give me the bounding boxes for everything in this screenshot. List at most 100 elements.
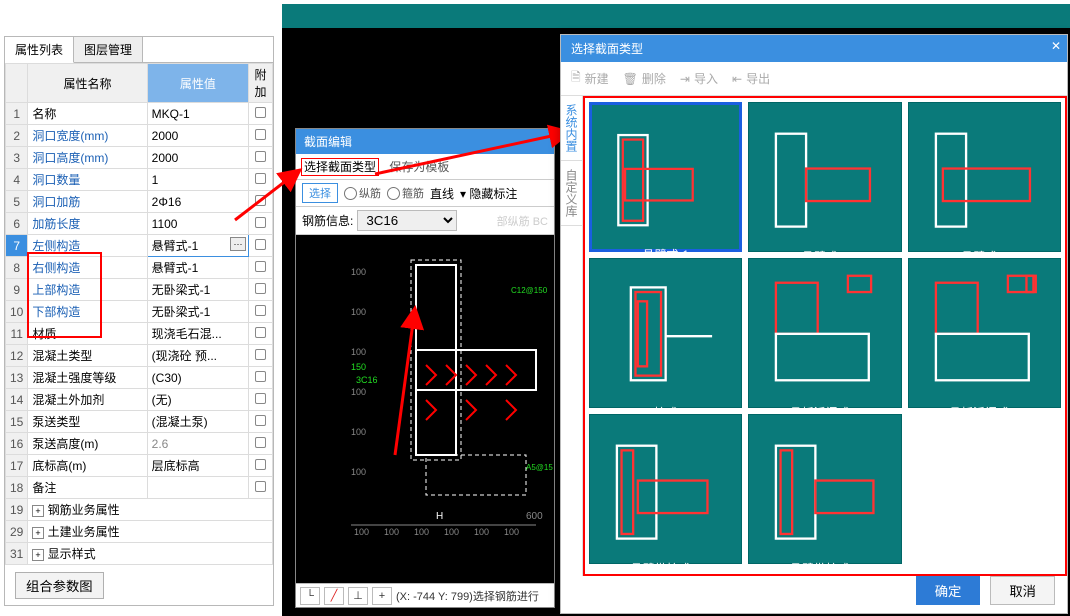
section-type-card[interactable]: 悬臂式-1 (589, 102, 742, 252)
section-drawing[interactable]: 100100100 100100100 H 600 10010010010010… (296, 235, 554, 565)
side-tab-custom[interactable]: 自定义库 (561, 161, 582, 226)
snap-endpoint-icon[interactable]: └ (300, 587, 320, 605)
snap-perp-icon[interactable]: ⊥ (348, 587, 368, 605)
value-editor-button[interactable]: ··· (230, 237, 246, 251)
attr-value[interactable]: 2Φ16 (147, 191, 248, 213)
attr-extra-checkbox[interactable] (249, 389, 273, 411)
attr-value[interactable]: 层底标高 (147, 455, 248, 477)
section-type-card[interactable]: 柱式 (589, 258, 742, 408)
attr-extra-checkbox[interactable] (249, 125, 273, 147)
section-type-card[interactable]: 悬板活门式-2 (908, 258, 1061, 408)
tool-export[interactable]: ⇤ 导出 (732, 68, 770, 89)
tab-properties[interactable]: 属性列表 (5, 37, 74, 63)
tool-longbar[interactable]: 纵筋 (344, 185, 381, 201)
table-row[interactable]: 7左侧构造悬臂式-1··· (6, 235, 273, 257)
table-row[interactable]: 6加筋长度1100 (6, 213, 273, 235)
attr-extra-checkbox[interactable] (249, 235, 273, 257)
attr-extra-checkbox[interactable] (249, 433, 273, 455)
svg-text:100: 100 (474, 527, 489, 537)
attr-value[interactable]: 无卧梁式-1 (147, 301, 248, 323)
select-section-type-link[interactable]: 选择截面类型 (302, 159, 378, 175)
attr-extra-checkbox[interactable] (249, 191, 273, 213)
table-row[interactable]: 9上部构造无卧梁式-1 (6, 279, 273, 301)
attr-extra-checkbox[interactable] (249, 367, 273, 389)
svg-text:100: 100 (354, 527, 369, 537)
table-row[interactable]: 17底标高(m)层底标高 (6, 455, 273, 477)
section-type-card[interactable]: 悬臂式-3 (908, 102, 1061, 252)
section-type-card[interactable]: 悬臂带柱式-2 (748, 414, 901, 564)
attr-value[interactable]: 1100 (147, 213, 248, 235)
tool-new[interactable]: 🗎 新建 (571, 68, 609, 89)
tool-import[interactable]: ⇥ 导入 (680, 68, 718, 89)
tab-layers[interactable]: 图层管理 (74, 37, 143, 62)
attr-extra-checkbox[interactable] (249, 257, 273, 279)
tool-delete[interactable]: 🗑 删除 (623, 68, 666, 89)
table-row[interactable]: 11材质现浇毛石混... (6, 323, 273, 345)
table-row[interactable]: 1名称MKQ-1 (6, 103, 273, 125)
table-group-row[interactable]: 29+土建业务属性 (6, 521, 273, 543)
section-type-card[interactable]: 悬臂式-2 (748, 102, 901, 252)
attr-value[interactable]: 无卧梁式-1 (147, 279, 248, 301)
table-row[interactable]: 14混凝土外加剂(无) (6, 389, 273, 411)
table-row[interactable]: 2洞口宽度(mm)2000 (6, 125, 273, 147)
attr-extra-checkbox[interactable] (249, 323, 273, 345)
table-row[interactable]: 18备注 (6, 477, 273, 499)
attr-extra-checkbox[interactable] (249, 477, 273, 499)
attr-name: 混凝土类型 (28, 345, 147, 367)
snap-line-icon[interactable]: ╱ (324, 587, 344, 605)
tool-stirrup[interactable]: 箍筋 (387, 185, 424, 201)
attr-extra-checkbox[interactable] (249, 279, 273, 301)
attr-extra-checkbox[interactable] (249, 345, 273, 367)
attr-value[interactable] (147, 477, 248, 499)
table-row[interactable]: 10下部构造无卧梁式-1 (6, 301, 273, 323)
attr-value[interactable]: (C30) (147, 367, 248, 389)
svg-text:C12@150: C12@150 (511, 286, 548, 295)
attr-value[interactable]: 悬臂式-1 (147, 257, 248, 279)
section-type-card[interactable]: 悬板活门式-1 (748, 258, 901, 408)
section-edit-dialog: 截面编辑 选择截面类型 保存为模板 选择 纵筋 箍筋 直线 ▾ 隐藏标注 钢筋信… (295, 128, 555, 608)
svg-text:100: 100 (414, 527, 429, 537)
tool-hide-annot[interactable]: ▾ 隐藏标注 (460, 185, 517, 202)
row-number: 15 (6, 411, 28, 433)
table-row[interactable]: 8右侧构造悬臂式-1 (6, 257, 273, 279)
tool-line[interactable]: 直线 (430, 185, 454, 202)
attr-extra-checkbox[interactable] (249, 169, 273, 191)
snap-plus-icon[interactable]: + (372, 587, 392, 605)
attr-value[interactable]: 悬臂式-1··· (147, 235, 248, 257)
table-group-row[interactable]: 31+显示样式 (6, 543, 273, 565)
attr-extra-checkbox[interactable] (249, 147, 273, 169)
table-row[interactable]: 12混凝土类型(现浇砼 预... (6, 345, 273, 367)
save-as-template-link[interactable]: 保存为模板 (389, 160, 449, 174)
attr-value[interactable]: 现浇毛石混... (147, 323, 248, 345)
table-row[interactable]: 4洞口数量1 (6, 169, 273, 191)
attr-value[interactable]: 2.6 (147, 433, 248, 455)
section-type-card[interactable]: 悬臂带柱式-1 (589, 414, 742, 564)
table-row[interactable]: 15泵送类型(混凝土泵) (6, 411, 273, 433)
side-tab-builtin[interactable]: 系统内置 (561, 96, 582, 161)
tool-select[interactable]: 选择 (302, 183, 338, 203)
attr-name: 洞口加筋 (28, 191, 147, 213)
attr-extra-checkbox[interactable] (249, 455, 273, 477)
table-row[interactable]: 16泵送高度(m)2.6 (6, 433, 273, 455)
attr-value[interactable]: 2000 (147, 125, 248, 147)
attr-value[interactable]: MKQ-1 (147, 103, 248, 125)
table-group-row[interactable]: 19+钢筋业务属性 (6, 499, 273, 521)
attr-value[interactable]: 1 (147, 169, 248, 191)
table-row[interactable]: 5洞口加筋2Φ16 (6, 191, 273, 213)
attr-name: 洞口数量 (28, 169, 147, 191)
attr-value[interactable]: 2000 (147, 147, 248, 169)
attr-extra-checkbox[interactable] (249, 301, 273, 323)
attr-value[interactable]: (现浇砼 预... (147, 345, 248, 367)
attr-value[interactable]: (混凝土泵) (147, 411, 248, 433)
attr-value[interactable]: (无) (147, 389, 248, 411)
attr-extra-checkbox[interactable] (249, 213, 273, 235)
dialog-close-icon[interactable]: ✕ (1051, 39, 1061, 53)
table-row[interactable]: 3洞口高度(mm)2000 (6, 147, 273, 169)
attr-extra-checkbox[interactable] (249, 411, 273, 433)
table-row[interactable]: 13混凝土强度等级(C30) (6, 367, 273, 389)
ok-button[interactable]: 确定 (916, 576, 981, 605)
cancel-button[interactable]: 取消 (990, 576, 1055, 605)
attr-extra-checkbox[interactable] (249, 103, 273, 125)
combo-param-button[interactable]: 组合参数图 (15, 572, 104, 599)
rebar-info-select[interactable]: 3C16 (357, 210, 457, 231)
